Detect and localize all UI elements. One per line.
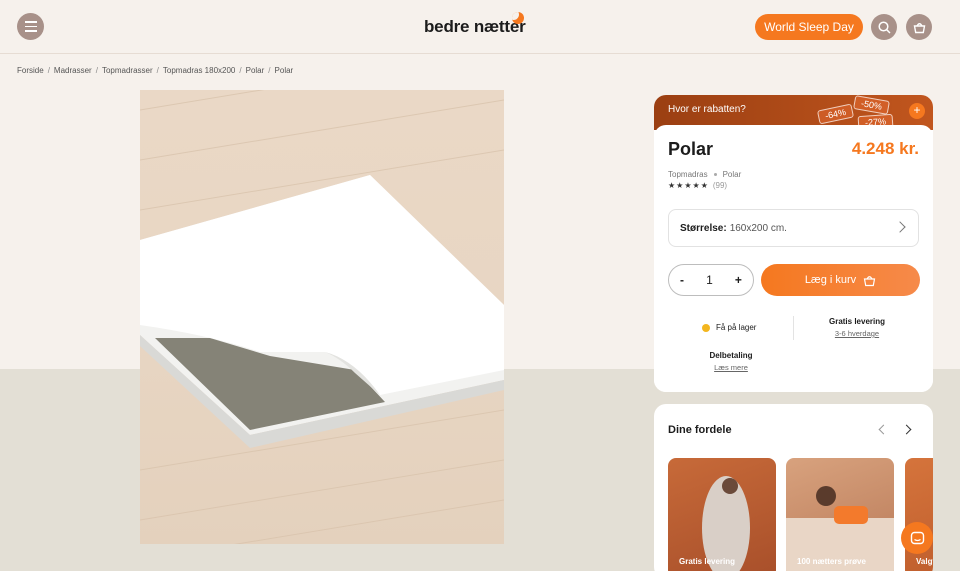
separator-dot: [713, 173, 717, 176]
site-logo[interactable]: bedre nætter: [424, 17, 526, 37]
product-subtitle: Topmadras Polar: [668, 170, 741, 179]
delivery-link[interactable]: 3-6 hverdage: [799, 329, 915, 338]
carousel-prev-button[interactable]: [878, 424, 889, 435]
benefit-label: Valgfri: [916, 557, 933, 566]
stock-text: Få på lager: [716, 323, 757, 332]
discount-tag: -64%: [816, 103, 855, 125]
basket-icon: [863, 275, 876, 286]
breadcrumb-item[interactable]: Topmadrasser: [102, 66, 153, 75]
review-count: (99): [712, 181, 728, 190]
increase-button[interactable]: +: [735, 273, 742, 287]
size-value: 160x200 cm.: [729, 222, 787, 234]
product-category: Topmadras: [668, 170, 708, 179]
benefit-image: [786, 486, 894, 571]
expand-promo-button[interactable]: +: [909, 103, 925, 119]
stock-status: Få på lager: [702, 323, 756, 332]
benefit-card[interactable]: Valgfri: [905, 458, 933, 571]
benefit-card[interactable]: 100 nætters prøve: [786, 458, 894, 571]
world-sleep-day-button[interactable]: World Sleep Day: [755, 14, 863, 40]
add-to-cart-button[interactable]: Læg i kurv: [761, 264, 920, 296]
search-icon: [877, 20, 891, 34]
product-title: Polar: [668, 139, 714, 159]
benefits-title: Dine fordele: [668, 424, 732, 436]
installment-info: Delbetaling Læs mere: [704, 351, 758, 372]
moon-icon: [512, 12, 524, 24]
star-icons: ★★★★★: [668, 181, 709, 190]
product-variant: Polar: [722, 170, 742, 179]
rating[interactable]: ★★★★★ (99): [668, 181, 727, 190]
size-label: Størrelse:: [680, 222, 727, 234]
product-image[interactable]: [140, 90, 504, 544]
benefit-card[interactable]: Gratis levering: [668, 458, 776, 571]
delivery-title: Gratis levering: [828, 317, 886, 326]
site-header: bedre nætter World Sleep Day: [0, 0, 960, 54]
quantity-stepper[interactable]: - 1 +: [668, 264, 754, 296]
menu-icon: [24, 21, 37, 23]
product-panel: Hvor er rabatten? -64% -50% -27% + Polar…: [654, 95, 933, 392]
delivery-info: Gratis levering 3-6 hverdage: [799, 317, 915, 338]
add-to-cart-label: Læg i kurv: [804, 274, 857, 286]
read-more-link[interactable]: Læs mere: [704, 363, 758, 372]
basket-button[interactable]: [906, 14, 932, 40]
promo-text: Hvor er rabatten?: [668, 104, 746, 115]
breadcrumb-item-current: Polar: [274, 66, 294, 75]
basket-icon: [913, 22, 925, 33]
installment-title: Delbetaling: [709, 351, 753, 360]
product-info: Polar 4.248 kr. Topmadras Polar ★★★★★ (9…: [654, 125, 933, 392]
breadcrumb-item[interactable]: Topmadras 180x200: [163, 66, 236, 75]
quantity-value: 1: [706, 273, 713, 287]
decrease-button[interactable]: -: [680, 273, 684, 287]
divider: [793, 316, 794, 340]
benefit-label: 100 nætters prøve: [797, 557, 866, 566]
breadcrumb-item[interactable]: Madrasser: [54, 66, 92, 75]
product-price: 4.248 kr.: [851, 139, 919, 158]
benefits-panel: Dine fordele Gratis levering 100 nætters…: [654, 404, 933, 571]
size-selector[interactable]: Størrelse: 160x200 cm.: [668, 209, 919, 247]
chat-icon: [910, 531, 924, 544]
menu-button[interactable]: [17, 13, 44, 40]
breadcrumb: Forside / Madrasser / Topmadrasser / Topmad…: [17, 66, 294, 75]
chevron-right-icon: [894, 221, 906, 233]
topper-illustration: [140, 90, 504, 544]
chat-button[interactable]: [901, 522, 933, 554]
breadcrumb-item[interactable]: Polar: [246, 66, 265, 75]
discount-tag: -50%: [853, 95, 890, 115]
benefit-image: [702, 476, 750, 571]
benefit-label: Gratis levering: [679, 557, 736, 566]
stock-indicator-icon: [702, 323, 710, 332]
breadcrumb-item[interactable]: Forside: [17, 66, 44, 75]
carousel-next-button[interactable]: [901, 424, 912, 435]
search-button[interactable]: [871, 14, 897, 40]
